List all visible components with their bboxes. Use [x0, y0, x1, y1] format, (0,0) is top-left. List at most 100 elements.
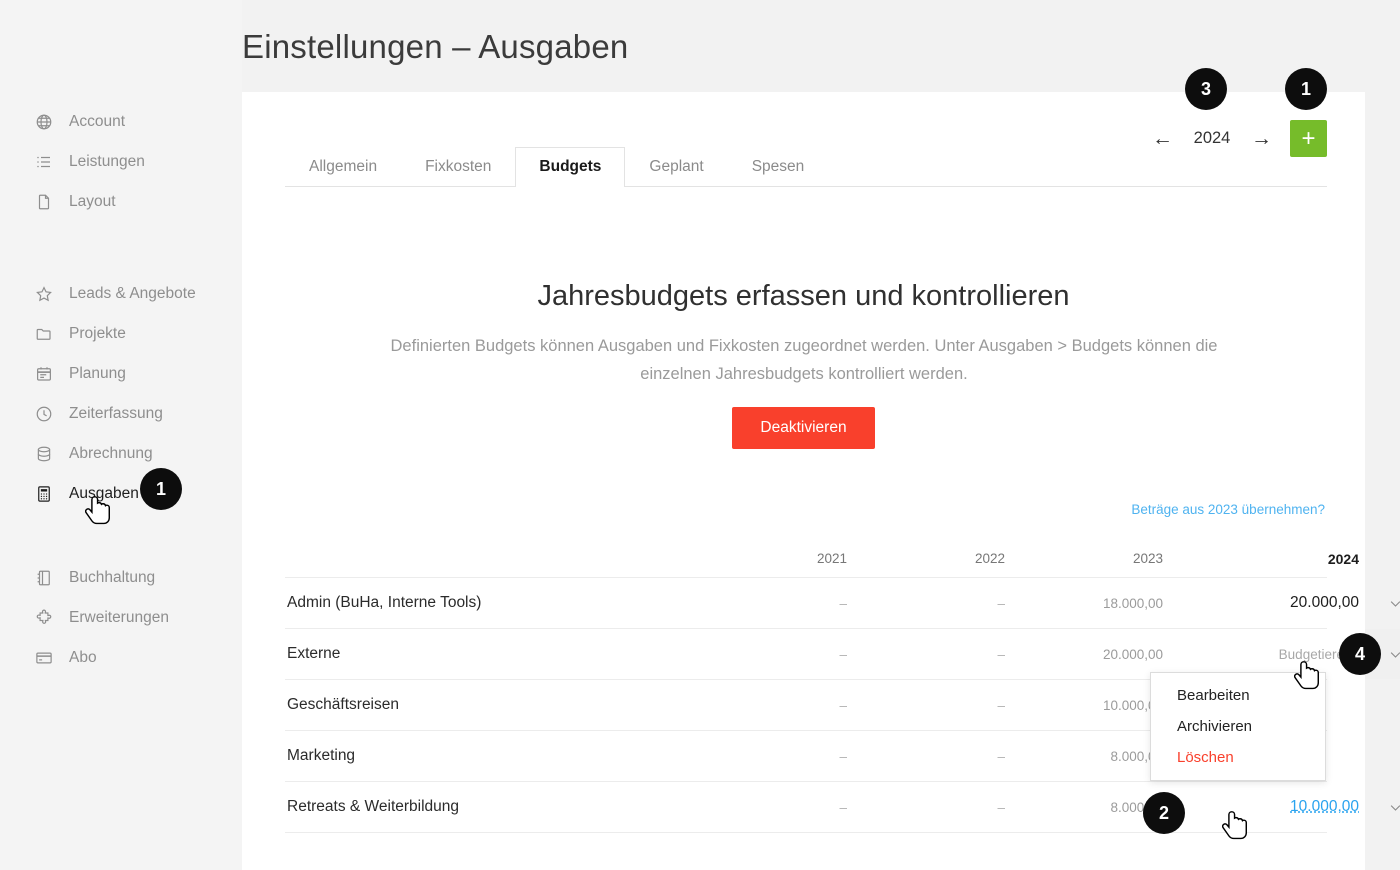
row-context-menu: Bearbeiten Archivieren Löschen — [1150, 672, 1326, 781]
clock-icon — [34, 405, 53, 424]
tab-spesen[interactable]: Spesen — [728, 147, 829, 186]
deactivate-button-wrap: Deaktivieren — [242, 407, 1365, 449]
col-header-2022: 2022 — [974, 551, 1005, 566]
sidebar-item-buchhaltung[interactable]: Buchhaltung — [0, 558, 242, 598]
sidebar-group-2: Leads & Angebote Projekte Planung Zeiter… — [0, 274, 242, 514]
sidebar-item-label: Abrechnung — [69, 445, 153, 462]
row-2024-value[interactable]: 20.000,00 — [1163, 594, 1365, 612]
annotation-badge-sidebar-ausgaben: 1 — [140, 468, 182, 510]
col-header-2021: 2021 — [816, 551, 847, 566]
credit-card-icon — [34, 649, 53, 668]
calculator-icon — [34, 485, 53, 504]
row-2021: – — [839, 646, 847, 662]
row-2022: – — [997, 646, 1005, 662]
tab-allgemein[interactable]: Allgemein — [285, 147, 401, 186]
menu-item-bearbeiten[interactable]: Bearbeiten — [1151, 680, 1325, 711]
sidebar-group-3: Buchhaltung Erweiterungen Abo — [0, 558, 242, 678]
chevron-down-icon — [1390, 804, 1400, 811]
tab-budgets[interactable]: Budgets — [515, 147, 626, 187]
globe-icon — [34, 113, 53, 132]
table-header-row: 2021 2022 2023 2024 — [285, 540, 1359, 578]
row-menu-button[interactable] — [1365, 680, 1400, 730]
row-2021: – — [839, 697, 847, 713]
app-root: Einstellungen – Ausgaben Account Leistun… — [0, 0, 1400, 870]
col-header-2023: 2023 — [1132, 551, 1163, 566]
row-menu-button[interactable] — [1365, 731, 1400, 781]
menu-item-loeschen[interactable]: Löschen — [1151, 742, 1325, 773]
row-name: Externe — [287, 645, 341, 662]
tab-geplant[interactable]: Geplant — [625, 147, 727, 186]
sidebar-item-planung[interactable]: Planung — [0, 354, 242, 394]
sidebar-item-label: Leistungen — [69, 153, 145, 170]
annotation-badge-amount-edit: 2 — [1143, 792, 1185, 834]
chevron-down-icon — [1390, 600, 1400, 607]
row-2022: – — [997, 748, 1005, 764]
content-description: Definierten Budgets können Ausgaben und … — [390, 337, 1218, 383]
sidebar-item-account[interactable]: Account — [0, 102, 242, 142]
row-2023: 8.000,00 — [1110, 748, 1163, 764]
settings-tabs: Allgemein Fixkosten Budgets Geplant Spes… — [285, 147, 1327, 187]
sidebar-item-zeiterfassung[interactable]: Zeiterfassung — [0, 394, 242, 434]
menu-item-archivieren[interactable]: Archivieren — [1151, 711, 1325, 742]
row-2021: – — [839, 799, 847, 815]
content-headline: Jahresbudgets erfassen und kontrollieren — [537, 280, 1070, 312]
calendar-icon — [34, 365, 53, 384]
prev-year-button[interactable]: ← — [1152, 128, 1173, 149]
row-2022: – — [997, 697, 1005, 713]
row-name: Admin (BuHa, Interne Tools) — [287, 594, 482, 611]
annotation-badge-year-nav: 3 — [1185, 68, 1227, 110]
year-navigator: ← 2024 → — [1152, 128, 1272, 149]
row-2022: – — [997, 799, 1005, 815]
sidebar-item-erweiterungen[interactable]: Erweiterungen — [0, 598, 242, 638]
row-name: Retreats & Weiterbildung — [287, 798, 460, 815]
row-2023: 10.000,00 — [1102, 697, 1163, 713]
sidebar-item-label: Planung — [69, 365, 126, 382]
sidebar-item-label: Abo — [69, 649, 97, 666]
tab-fixkosten[interactable]: Fixkosten — [401, 147, 515, 186]
row-2024-placeholder[interactable]: Budgetieren? — [1163, 647, 1365, 662]
sidebar-item-label: Layout — [69, 193, 116, 210]
takeover-amounts-link[interactable]: Beträge aus 2023 übernehmen? — [1131, 502, 1325, 517]
row-2021: – — [839, 595, 847, 611]
database-icon — [34, 445, 53, 464]
row-menu-button[interactable] — [1365, 578, 1400, 628]
current-year-label: 2024 — [1193, 129, 1231, 147]
notebook-icon — [34, 569, 53, 588]
list-icon — [34, 153, 53, 172]
sidebar-item-abrechnung[interactable]: Abrechnung — [0, 434, 242, 474]
sidebar-item-leistungen[interactable]: Leistungen — [0, 142, 242, 182]
sidebar-item-projekte[interactable]: Projekte — [0, 314, 242, 354]
sidebar-item-label: Zeiterfassung — [69, 405, 163, 422]
annotation-badge-add-budget: 1 — [1285, 68, 1327, 110]
col-header-actions — [1365, 540, 1400, 577]
row-name: Marketing — [287, 747, 356, 764]
annotation-badge-row-menu: 4 — [1339, 633, 1381, 675]
page-title: Einstellungen – Ausgaben — [242, 28, 629, 65]
sidebar-item-label: Ausgaben — [69, 485, 139, 502]
folder-icon — [34, 325, 53, 344]
sidebar-item-label: Leads & Angebote — [69, 285, 196, 302]
col-header-2024: 2024 — [1327, 550, 1359, 567]
next-year-button[interactable]: → — [1251, 128, 1272, 149]
table-row: Admin (BuHa, Interne Tools) – – 18.000,0… — [285, 578, 1400, 629]
sidebar-item-leads-angebote[interactable]: Leads & Angebote — [0, 274, 242, 314]
sidebar-item-abo[interactable]: Abo — [0, 638, 242, 678]
document-icon — [34, 193, 53, 212]
sidebar-item-label: Projekte — [69, 325, 126, 342]
sidebar-item-ausgaben[interactable]: Ausgaben — [0, 474, 242, 514]
puzzle-icon — [34, 609, 53, 628]
sidebar-item-label: Erweiterungen — [69, 609, 169, 626]
sidebar-item-label: Buchhaltung — [69, 569, 156, 586]
row-2023: 8.000,00 — [1110, 799, 1163, 815]
deactivate-button[interactable]: Deaktivieren — [732, 407, 875, 449]
row-2023: 18.000,00 — [1102, 595, 1163, 611]
star-icon — [34, 285, 53, 304]
row-2024-edit-link[interactable]: 10.000,00 — [1290, 798, 1359, 815]
sidebar-item-layout[interactable]: Layout — [0, 182, 242, 222]
sidebar: Account Leistungen Layout Leads & Angebo… — [0, 0, 242, 870]
row-menu-button[interactable] — [1365, 782, 1400, 832]
sidebar-item-label: Account — [69, 113, 126, 130]
row-2021: – — [839, 748, 847, 764]
row-2023: 20.000,00 — [1102, 646, 1163, 662]
row-2022: – — [997, 595, 1005, 611]
